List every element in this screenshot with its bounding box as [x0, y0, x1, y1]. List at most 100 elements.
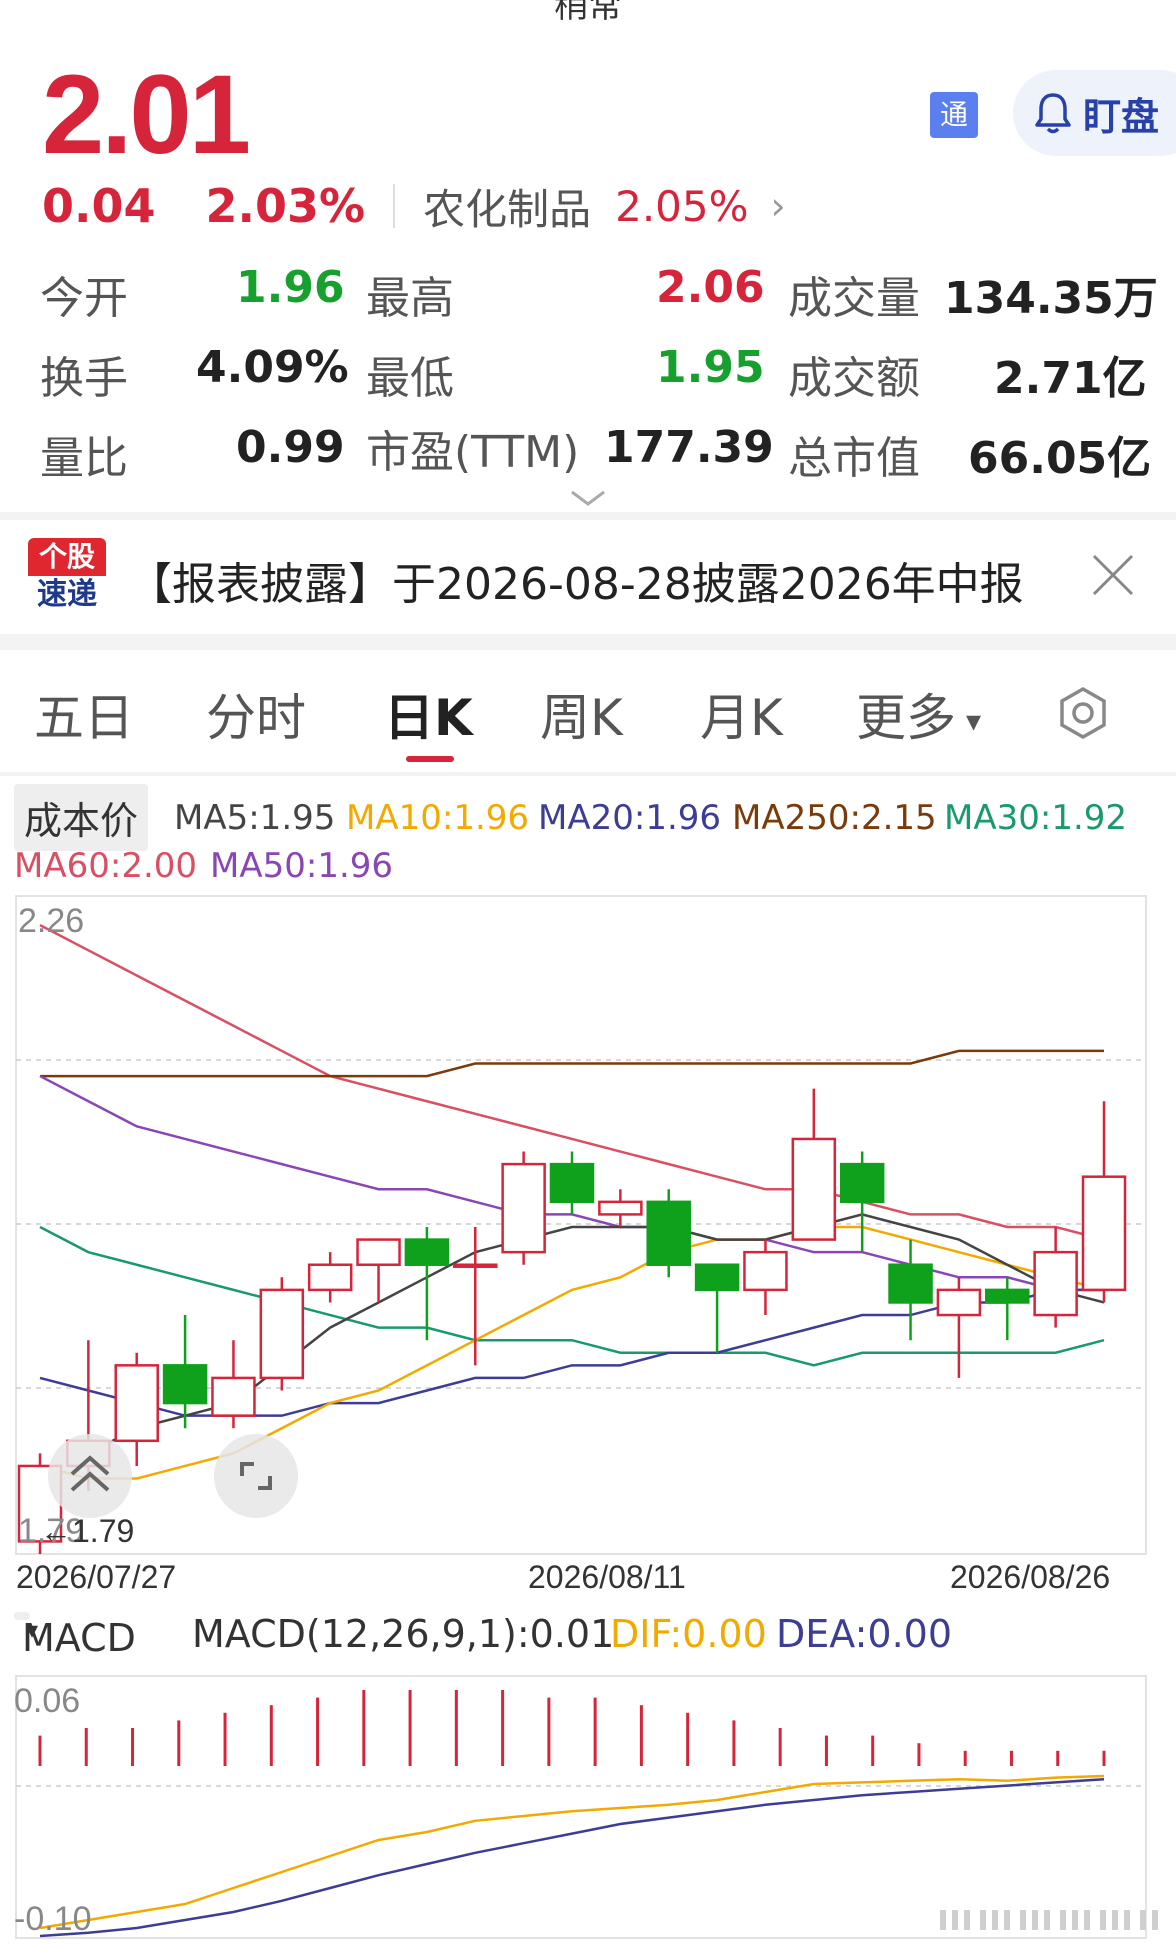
tab-more-label: 更多 [856, 689, 956, 747]
candle-down [888, 1239, 933, 1341]
kline-chart[interactable]: 2.26 1.79 ←1.79 2026/07/27 2026/08/11 20… [0, 890, 1176, 1944]
vol-ratio-value: 0.99 [236, 422, 345, 473]
dif-label: DIF:0.00 [610, 1612, 767, 1656]
fullscreen-button[interactable] [214, 1434, 298, 1518]
bell-icon [1035, 93, 1071, 134]
logo-top: 个股 [28, 538, 106, 576]
chevron-right-icon[interactable]: › [771, 184, 786, 228]
watch-label: 盯盘 [1083, 94, 1160, 139]
ma50-label: MA50:1.96 [210, 846, 394, 886]
candle-down [694, 1263, 740, 1353]
settings-icon[interactable] [1056, 686, 1110, 740]
candle-body [839, 1162, 885, 1204]
candle-up [501, 1151, 546, 1265]
amount-label: 成交额 [788, 353, 920, 404]
candle-body [646, 1200, 691, 1266]
cost-price-button[interactable]: 成本价 [14, 784, 149, 851]
high-label: 最高 [366, 273, 454, 324]
open-label: 今开 [40, 273, 128, 324]
low-label: 最低 [366, 353, 454, 404]
candle-up [598, 1189, 643, 1227]
ma20-label: MA20:1.96 [538, 798, 722, 838]
mcap-label: 总市值 [788, 433, 920, 484]
pe-value: 177.39 [604, 422, 774, 473]
macd-selector-label: MACD [22, 1616, 136, 1660]
price-change: 0.04 [42, 179, 156, 233]
watch-button[interactable]: 盯盘 [1013, 70, 1176, 156]
chevron-down-icon[interactable] [568, 486, 608, 510]
section-divider [0, 512, 1176, 520]
candles [17, 1088, 1127, 1554]
low-value: 1.95 [656, 342, 765, 393]
x-label-start: 2026/07/27 [16, 1559, 176, 1595]
candle-up [259, 1277, 305, 1391]
logo-bottom: 速递 [37, 577, 97, 612]
caret-down-icon: ▾ [26, 1616, 39, 1644]
candle-up [307, 1252, 353, 1303]
macd-y-min-label: -0.10 [14, 1900, 92, 1938]
open-value: 1.96 [236, 262, 345, 313]
tab-weekly-k[interactable]: 周K [540, 678, 623, 750]
candle-body [936, 1288, 982, 1317]
candle-body [501, 1162, 546, 1254]
macd-histogram [38, 1690, 1106, 1766]
chart-tabs: 五日 分时 日K 周K 月K 更多 ▾ [0, 660, 1176, 762]
news-banner[interactable]: 个股 速递 【报表披露】于2026-08-28披露2026年中报 [0, 520, 1176, 632]
sector-change-pct: 2.05% [615, 181, 749, 231]
change-row: 0.04 2.03% 农化制品 2.05% › [42, 178, 786, 234]
volume-label: 成交量 [788, 273, 920, 324]
candle-down [839, 1151, 885, 1253]
tab-intraday[interactable]: 分时 [206, 678, 306, 750]
macd-selector[interactable]: MACD ▾ [14, 1612, 136, 1660]
macd-plot-border [15, 1675, 1147, 1939]
mcap-value: 66.05亿 [968, 433, 1152, 484]
watermark-bars [940, 1910, 1158, 1930]
x-label-end: 2026/08/26 [950, 1559, 1110, 1595]
news-text[interactable]: 【报表披露】于2026-08-28披露2026年中报 [128, 548, 1024, 612]
tab-five-day[interactable]: 五日 [34, 678, 134, 750]
candle-up [211, 1340, 256, 1429]
candle-up [1033, 1227, 1078, 1328]
candle-body [356, 1238, 401, 1266]
candle-body [743, 1250, 788, 1292]
stat-row-2: 换手 4.09% 最低 1.95 成交额 2.71亿 [40, 342, 1147, 422]
candle-body [404, 1238, 450, 1266]
candle-body [307, 1263, 353, 1292]
vol-ratio-label: 量比 [40, 433, 128, 484]
stat-row-1: 今开 1.96 最高 2.06 成交量 134.35万 [40, 262, 1158, 342]
caret-down-icon: ▾ [966, 704, 982, 739]
volume-value: 134.35万 [944, 273, 1158, 324]
turnover-value: 4.09% [196, 342, 349, 393]
candle-body [985, 1288, 1030, 1304]
candle-body [162, 1364, 208, 1405]
ma10-label: MA10:1.96 [346, 798, 530, 838]
kline-plot-border [15, 895, 1147, 1555]
active-tab-indicator [406, 756, 454, 762]
quote-stats: 今开 1.96 最高 2.06 成交量 134.35万 换手 4.09% 最低 … [40, 262, 1158, 502]
amount-value: 2.71亿 [994, 353, 1147, 404]
sector-link[interactable]: 农化制品 [423, 176, 591, 237]
candle-up [356, 1238, 401, 1303]
connect-badge[interactable]: 通 [930, 92, 978, 138]
section-divider [0, 634, 1176, 650]
candle-down [985, 1277, 1030, 1341]
turnover-label: 换手 [40, 353, 128, 404]
candle-body [211, 1376, 256, 1417]
candle-down [549, 1151, 595, 1215]
tab-monthly-k[interactable]: 月K [700, 678, 783, 750]
stock-name-partial: 稍常 [554, 0, 622, 26]
candle-body [1033, 1250, 1078, 1317]
tab-more[interactable]: 更多 ▾ [856, 678, 981, 750]
candle-body [114, 1364, 159, 1443]
tab-daily-k[interactable]: 日K [384, 678, 473, 750]
candle-body [453, 1263, 498, 1268]
min-marker: ←1.79 [40, 1513, 134, 1549]
candle-body [598, 1200, 643, 1216]
candle-up [936, 1277, 982, 1378]
current-price: 2.01 [42, 52, 251, 177]
ma250-label: MA250:2.15 [732, 798, 937, 838]
candle-body [1081, 1175, 1127, 1292]
close-icon[interactable] [1088, 550, 1138, 600]
ma250-line [40, 1049, 1104, 1078]
candle-up [791, 1088, 837, 1241]
